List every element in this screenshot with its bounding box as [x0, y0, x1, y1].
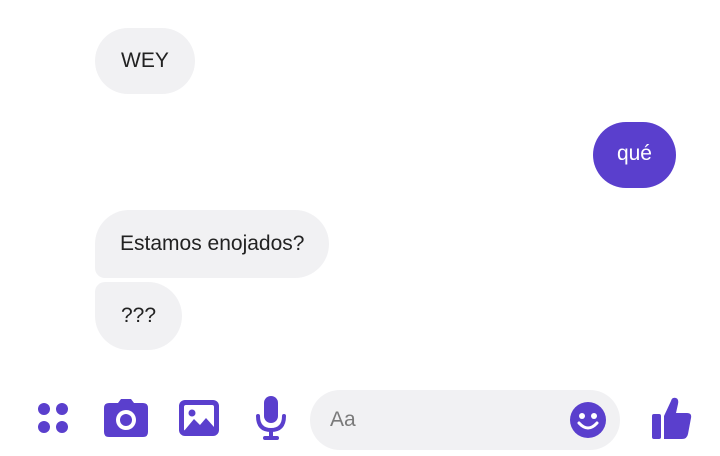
microphone-button[interactable]: [246, 380, 296, 456]
incoming-message-bubble[interactable]: ???: [95, 282, 183, 350]
message-text: qué: [616, 142, 652, 165]
message-input-container[interactable]: [310, 390, 620, 450]
message-text: ???: [121, 304, 157, 327]
incoming-message-bubble[interactable]: WEY: [95, 28, 195, 94]
camera-button[interactable]: [100, 380, 152, 456]
menu-dots-button[interactable]: [28, 380, 78, 456]
emoji-button[interactable]: [570, 402, 606, 438]
camera-icon: [104, 399, 148, 437]
message-thread: WEY qué Estamos enojados? ???: [0, 0, 720, 380]
message-input[interactable]: [330, 390, 560, 450]
menu-dots-icon: [38, 403, 68, 433]
emoji-icon: [570, 402, 606, 438]
message-text: WEY: [121, 49, 169, 72]
incoming-message-bubble[interactable]: Estamos enojados?: [95, 210, 330, 278]
thumbs-up-icon: [652, 397, 692, 439]
microphone-icon: [256, 396, 286, 440]
gallery-button[interactable]: [174, 380, 224, 456]
gallery-icon: [179, 400, 219, 436]
message-text: Estamos enojados?: [120, 232, 305, 255]
thumbs-up-button[interactable]: [646, 380, 698, 456]
outgoing-message-bubble[interactable]: qué: [592, 122, 676, 188]
composer-bar: [0, 380, 720, 456]
